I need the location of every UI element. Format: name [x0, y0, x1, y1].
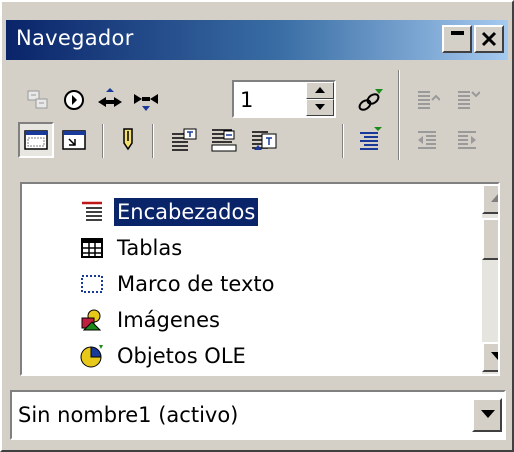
- anchor-icon: [252, 131, 277, 150]
- spin-down-icon: [315, 104, 325, 110]
- document-selector[interactable]: Sin nombre1 (activo): [10, 390, 506, 440]
- toolbar-separator: [398, 70, 400, 160]
- toolbar-separator: [152, 124, 154, 158]
- images-icon: [78, 306, 106, 334]
- heading-levels-button[interactable]: [352, 122, 388, 158]
- next-icon: [134, 94, 158, 111]
- chevron-down-icon: [481, 410, 495, 418]
- text-frame-icon: [78, 270, 106, 298]
- content-view-icon: [62, 130, 86, 150]
- spin-up-icon: [315, 87, 325, 93]
- list-item[interactable]: Encabezados: [78, 194, 259, 230]
- demote-level-button[interactable]: [450, 122, 486, 158]
- document-selector-value: Sin nombre1 (activo): [18, 403, 239, 427]
- demote-level-icon: [458, 131, 476, 149]
- navigation-button[interactable]: [56, 82, 92, 118]
- header-button[interactable]: [166, 122, 202, 158]
- title-bar[interactable]: Navegador: [6, 20, 508, 60]
- scroll-thumb[interactable]: [482, 218, 498, 260]
- page-number-spinner[interactable]: 1: [232, 80, 336, 118]
- list-item[interactable]: Imágenes: [78, 302, 223, 338]
- promote-chapter-button[interactable]: [410, 82, 446, 118]
- content-list[interactable]: Encabezados Tablas Marco de texto Imágen…: [20, 182, 500, 376]
- window-title: Navegador: [16, 26, 134, 50]
- list-box-icon: [24, 130, 48, 150]
- navigator-toolbar: 1: [6, 62, 508, 170]
- headings-icon: [78, 198, 106, 226]
- minimize-button[interactable]: [442, 25, 472, 53]
- next-button[interactable]: [128, 82, 164, 118]
- heading-levels-icon: [360, 127, 382, 150]
- previous-button[interactable]: [92, 82, 128, 118]
- spin-down-button[interactable]: [306, 99, 334, 116]
- anchor-button[interactable]: [246, 122, 282, 158]
- scroll-up-button[interactable]: [482, 184, 498, 214]
- header-icon: [172, 128, 197, 151]
- list-scrollbar[interactable]: [482, 184, 498, 374]
- spinner-arrows: [306, 82, 334, 116]
- list-item[interactable]: Tablas: [78, 230, 185, 266]
- set-reminder-icon: [123, 128, 133, 151]
- scroll-down-button[interactable]: [482, 342, 498, 372]
- demote-chapter-button[interactable]: [450, 82, 486, 118]
- table-icon: [78, 234, 106, 262]
- list-item-label: Imágenes: [117, 308, 220, 332]
- drag-mode-button[interactable]: [352, 82, 388, 118]
- close-button[interactable]: [474, 25, 504, 53]
- scroll-down-icon: [491, 352, 498, 360]
- list-item-label: Tablas: [117, 236, 183, 260]
- navigation-icon: [64, 90, 84, 110]
- scroll-up-icon: [491, 194, 498, 202]
- footer-icon: [211, 129, 237, 152]
- document-dropdown-button[interactable]: [472, 398, 502, 432]
- spin-up-button[interactable]: [306, 82, 334, 99]
- close-icon: [481, 31, 497, 47]
- drag-mode-icon: [358, 89, 383, 111]
- minimize-icon: [451, 31, 464, 35]
- list-box-toggle-button[interactable]: [18, 122, 54, 158]
- toolbar-separator: [342, 124, 344, 158]
- set-reminder-button[interactable]: [110, 122, 146, 158]
- promote-chapter-icon: [418, 91, 440, 109]
- list-item-label: Encabezados: [114, 198, 259, 226]
- ole-objects-icon: [78, 342, 106, 370]
- list-item-label: Marco de texto: [117, 272, 275, 296]
- demote-chapter-icon: [458, 91, 480, 109]
- list-item[interactable]: Marco de texto: [78, 266, 277, 302]
- list-item-label: Objetos OLE: [117, 344, 246, 368]
- previous-icon: [98, 88, 122, 107]
- list-item[interactable]: Objetos OLE: [78, 338, 249, 374]
- promote-level-icon: [418, 131, 436, 149]
- toolbar-separator: [102, 124, 104, 158]
- page-number-value[interactable]: 1: [240, 88, 253, 112]
- toggle-button[interactable]: [20, 82, 56, 118]
- navigator-window: Navegador 1 Encabezados Tablas Marco de …: [0, 0, 514, 452]
- content-view-button[interactable]: [56, 122, 92, 158]
- footer-button[interactable]: [206, 122, 242, 158]
- toggle-icon: [27, 90, 48, 109]
- promote-level-button[interactable]: [410, 122, 446, 158]
